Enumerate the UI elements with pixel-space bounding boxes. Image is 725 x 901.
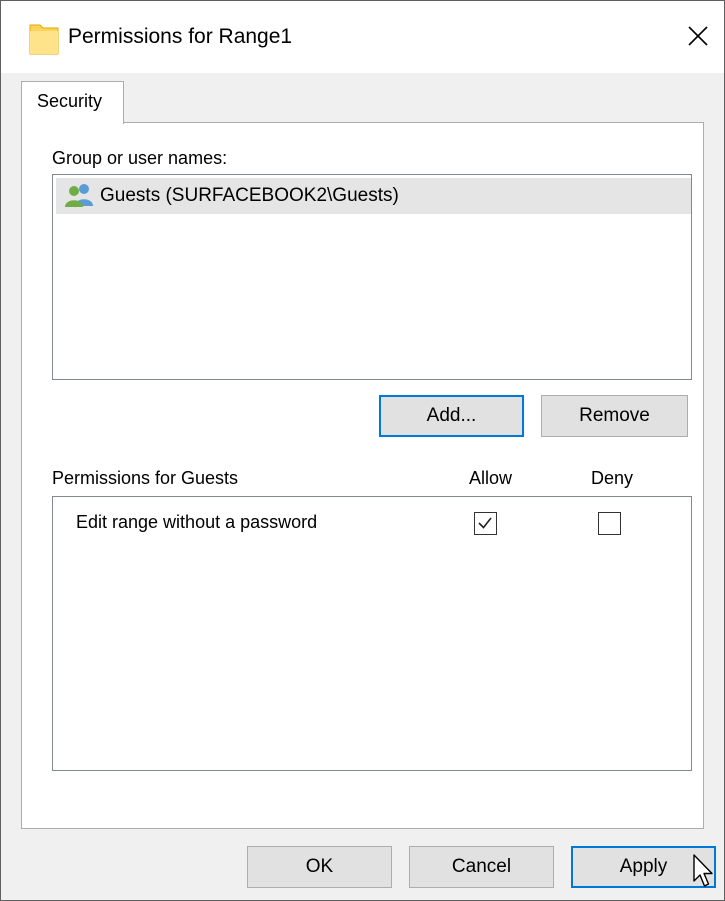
user-name: Guests (SURFACEBOOK2\Guests) <box>100 185 399 206</box>
permission-name: Edit range without a password <box>76 512 318 532</box>
folder-icon <box>29 21 59 55</box>
window-title: Permissions for Range1 <box>68 25 293 48</box>
deny-checkbox[interactable] <box>598 512 621 535</box>
permissions-list: Edit range without a password <box>52 496 692 771</box>
mouse-cursor-icon <box>692 853 716 896</box>
close-button[interactable] <box>674 13 722 59</box>
add-button[interactable]: Add... <box>379 395 524 437</box>
user-group-icon <box>64 183 96 207</box>
deny-column-header: Deny <box>591 468 634 488</box>
group-user-names-label: Group or user names: <box>52 148 228 168</box>
tab-security[interactable]: Security <box>21 81 124 124</box>
allow-checkbox[interactable] <box>474 512 497 535</box>
permissions-dialog: Permissions for Range1 Security Group or… <box>0 0 725 901</box>
cancel-button[interactable]: Cancel <box>409 846 554 888</box>
tab-security-label: Security <box>37 91 103 111</box>
permissions-for-label: Permissions for Guests <box>52 468 239 488</box>
security-panel: Group or user names: Guests (SURFACEBOOK… <box>21 122 704 829</box>
allow-column-header: Allow <box>469 468 513 488</box>
ok-button[interactable]: OK <box>247 846 392 888</box>
title-bar: Permissions for Range1 <box>1 1 724 73</box>
remove-button[interactable]: Remove <box>541 395 688 437</box>
permission-row: Edit range without a password <box>53 497 691 541</box>
user-list[interactable]: Guests (SURFACEBOOK2\Guests) <box>52 174 692 380</box>
close-icon <box>688 26 708 46</box>
check-icon <box>478 517 492 529</box>
list-item[interactable]: Guests (SURFACEBOOK2\Guests) <box>56 178 691 214</box>
